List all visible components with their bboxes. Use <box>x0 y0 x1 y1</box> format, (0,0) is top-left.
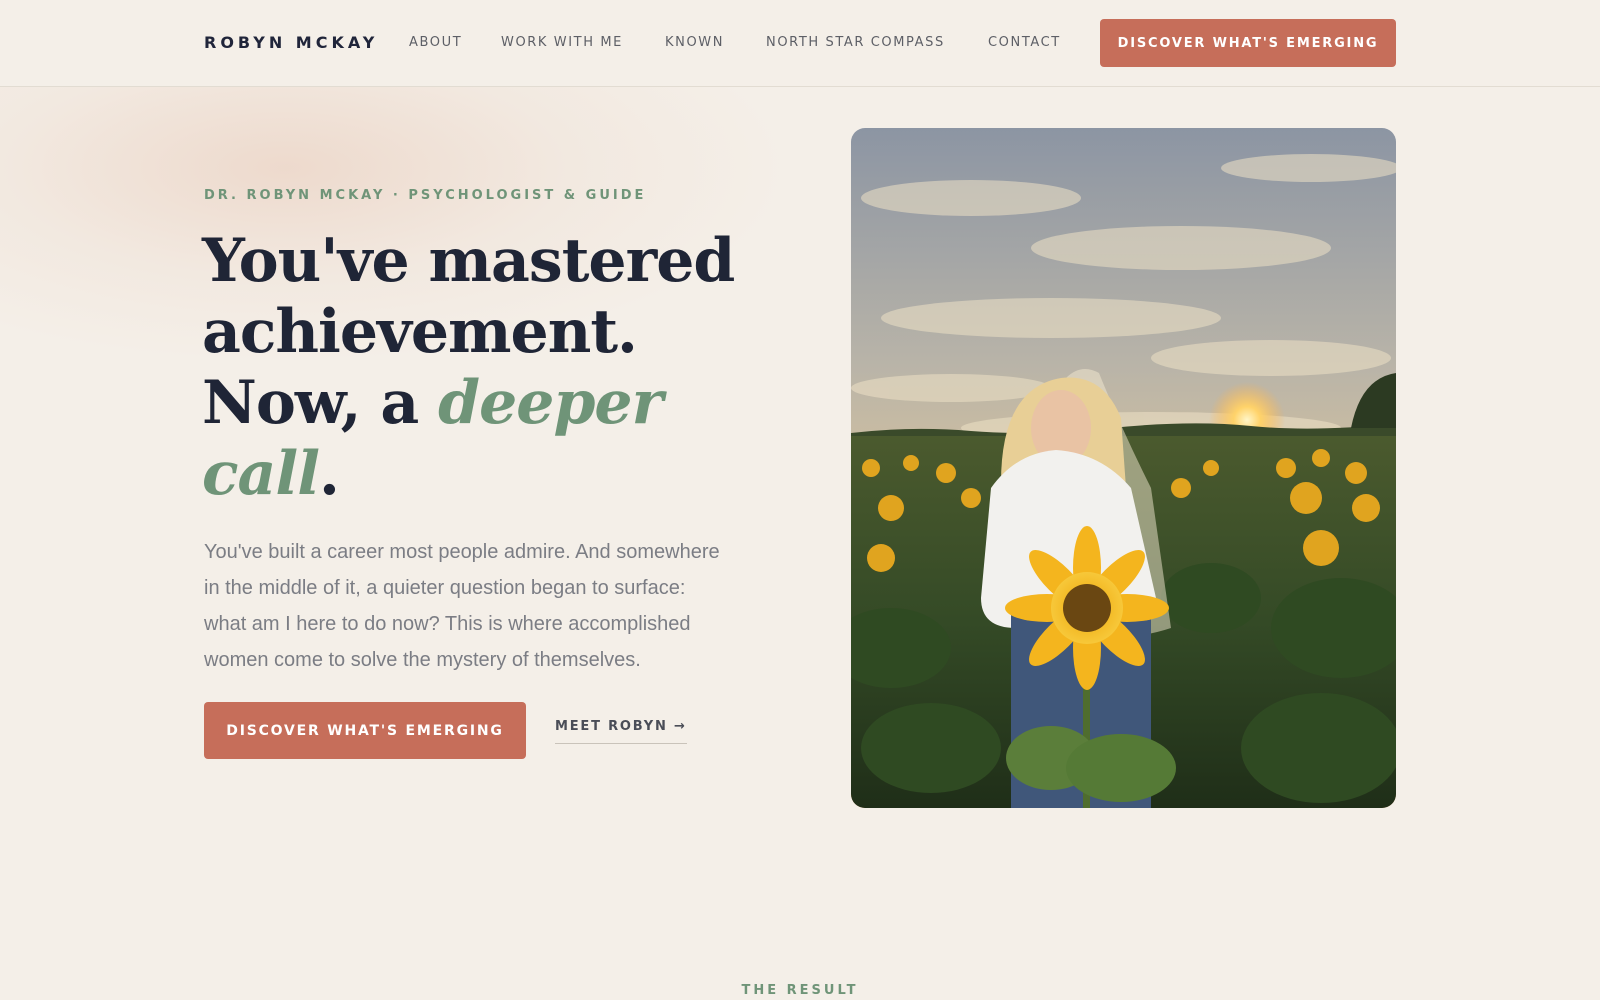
headline-period: . <box>319 439 340 509</box>
headline-line-2: achievement. <box>202 297 638 367</box>
hero-eyebrow: DR. ROBYN MCKAY · PSYCHOLOGIST & GUIDE <box>204 188 647 203</box>
headline-line-3: Now, a <box>202 368 439 438</box>
hero-cta-button[interactable]: DISCOVER WHAT'S EMERGING <box>204 702 526 759</box>
hero-headline: You've mastered achievement. Now, a deep… <box>202 226 762 510</box>
nav-work-with-me[interactable]: WORK WITH ME <box>501 35 623 50</box>
hero-portrait-photo <box>851 128 1396 808</box>
portrait-photo-illustration <box>851 128 1396 808</box>
nav-north-star-compass[interactable]: NORTH STAR COMPASS <box>766 35 945 50</box>
page: ROBYN MCKAY ABOUT WORK WITH ME KNOWN NOR… <box>0 0 1600 1000</box>
headline-accent-deeper: deeper <box>438 368 663 438</box>
headline-accent-call: call <box>202 439 320 509</box>
nav-contact[interactable]: CONTACT <box>988 35 1061 50</box>
hero-description: You've built a career most people admire… <box>204 541 720 671</box>
header-cta-button[interactable]: DISCOVER WHAT'S EMERGING <box>1100 19 1396 67</box>
section-label-the-result: THE RESULT <box>741 983 859 998</box>
meet-robyn-link[interactable]: MEET ROBYN → <box>555 719 687 744</box>
nav-about[interactable]: ABOUT <box>409 35 462 50</box>
brand-logo[interactable]: ROBYN MCKAY <box>204 33 378 52</box>
headline-line-1: You've mastered <box>202 226 735 296</box>
nav-known[interactable]: KNOWN <box>665 35 724 50</box>
site-header: ROBYN MCKAY ABOUT WORK WITH ME KNOWN NOR… <box>0 0 1600 87</box>
